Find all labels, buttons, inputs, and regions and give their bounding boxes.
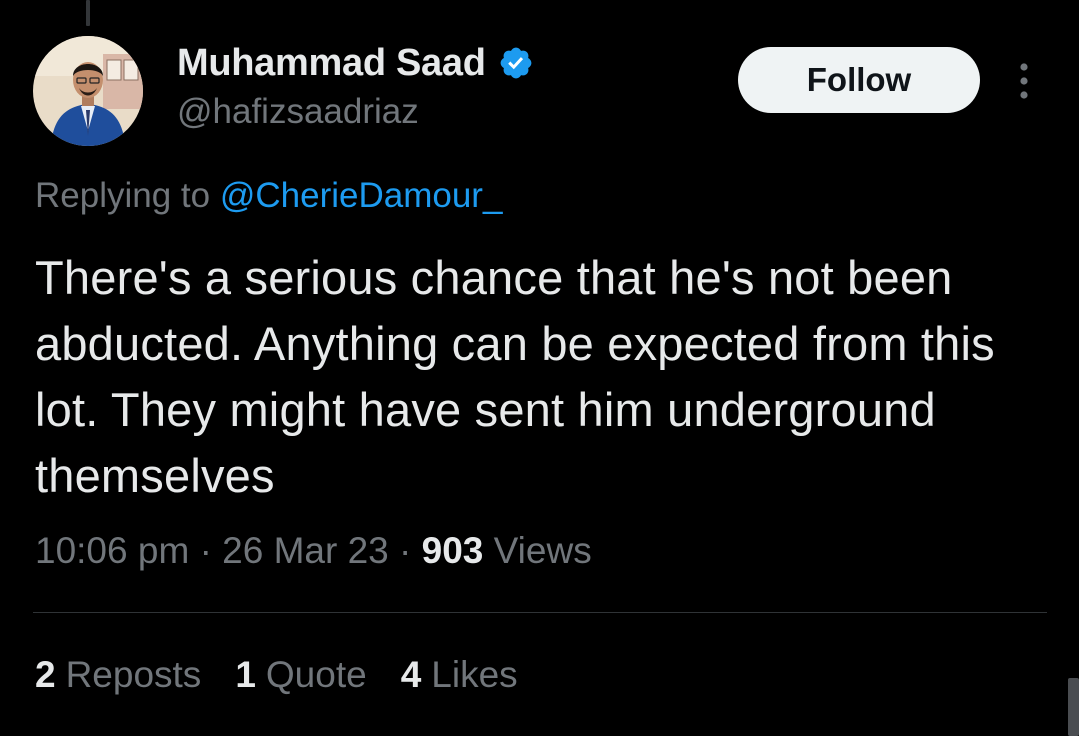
profile-photo-icon: [33, 36, 143, 146]
tweet-meta: 10:06 pm · 26 Mar 23 · 903 Views: [35, 530, 592, 572]
quotes-stat[interactable]: 1 Quote: [235, 654, 366, 696]
reposts-count: 2: [35, 654, 56, 695]
reposts-stat[interactable]: 2 Reposts: [35, 654, 201, 696]
tweet-time[interactable]: 10:06 pm: [35, 530, 189, 571]
reposts-label: Reposts: [65, 654, 202, 695]
meta-separator: ·: [199, 530, 212, 571]
follow-button[interactable]: Follow: [738, 47, 980, 113]
author-display-name[interactable]: Muhammad Saad: [177, 42, 486, 85]
likes-label: Likes: [431, 654, 518, 695]
thread-connector-line: [86, 0, 90, 26]
scrollbar[interactable]: [1068, 678, 1079, 736]
reply-handle-link[interactable]: @CherieDamour_: [220, 176, 503, 215]
avatar[interactable]: [33, 36, 143, 146]
likes-stat[interactable]: 4 Likes: [401, 654, 518, 696]
likes-count: 4: [400, 654, 422, 695]
more-vertical-icon[interactable]: [1014, 62, 1034, 100]
meta-separator: ·: [399, 530, 412, 571]
tweet-text: There's a serious chance that he's not b…: [35, 251, 995, 502]
verified-badge-icon[interactable]: [498, 45, 534, 81]
replying-to-line: Replying to @CherieDamour_: [35, 176, 502, 216]
quotes-count: 1: [235, 654, 256, 695]
views-count: 903: [421, 530, 484, 571]
tweet-header: Muhammad Saad @hafizsaadriaz: [177, 40, 534, 132]
name-row: Muhammad Saad: [177, 40, 534, 86]
author-handle[interactable]: @hafizsaadriaz: [177, 92, 534, 132]
divider: [33, 612, 1047, 613]
quotes-label: Quote: [265, 654, 367, 695]
tweet-date[interactable]: 26 Mar 23: [222, 530, 389, 571]
views-label: Views: [493, 530, 592, 571]
replying-to-label: Replying to: [35, 176, 211, 215]
engagement-stats: 2 Reposts 1 Quote 4 Likes: [35, 654, 552, 696]
